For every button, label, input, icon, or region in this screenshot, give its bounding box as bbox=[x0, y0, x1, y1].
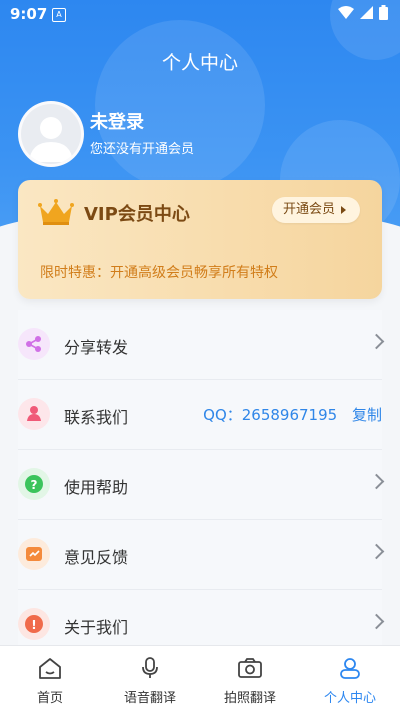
svg-text:!: ! bbox=[31, 618, 36, 632]
membership-status: 您还没有开通会员 bbox=[90, 142, 195, 157]
status-bar: 9:07 A bbox=[0, 0, 400, 28]
svg-text:?: ? bbox=[31, 478, 38, 492]
tab-home[interactable]: 首页 bbox=[0, 646, 100, 712]
tab-photo-translate[interactable]: 拍照翻译 bbox=[200, 646, 300, 712]
qq-contact: QQ：2658967195 复制 bbox=[203, 404, 382, 425]
person-icon bbox=[340, 658, 360, 679]
menu-item-label: 联系我们 bbox=[64, 408, 129, 427]
battery-icon bbox=[379, 5, 388, 20]
microphone-icon bbox=[142, 657, 158, 678]
vip-title: VIP会员中心 bbox=[84, 204, 190, 225]
feedback-icon bbox=[18, 538, 50, 570]
menu-item-label: 使用帮助 bbox=[64, 478, 129, 497]
status-indicators bbox=[338, 5, 388, 20]
home-icon bbox=[39, 658, 61, 679]
chevron-right-icon bbox=[368, 613, 385, 630]
menu-item-share[interactable]: 分享转发 bbox=[18, 310, 385, 380]
signal-icon bbox=[360, 6, 373, 19]
about-icon: ! bbox=[18, 608, 50, 640]
chevron-right-icon bbox=[368, 473, 385, 490]
triangle-right-icon bbox=[341, 205, 346, 214]
open-membership-button[interactable]: 开通会员 bbox=[271, 197, 360, 223]
menu-item-feedback[interactable]: 意见反馈 bbox=[18, 520, 385, 590]
chevron-right-icon bbox=[368, 543, 385, 560]
tab-label: 首页 bbox=[36, 691, 63, 706]
copy-button[interactable]: 复制 bbox=[352, 406, 382, 424]
tab-label: 拍照翻译 bbox=[223, 691, 276, 706]
avatar[interactable] bbox=[18, 101, 84, 167]
notification-icon: A bbox=[52, 8, 66, 22]
page-title: 个人中心 bbox=[161, 52, 238, 74]
tab-label: 语音翻译 bbox=[123, 691, 176, 706]
help-icon: ? bbox=[18, 468, 50, 500]
menu-item-contact[interactable]: 联系我们 QQ：2658967195 复制 bbox=[18, 380, 382, 450]
menu-item-label: 意见反馈 bbox=[64, 548, 129, 567]
username[interactable]: 未登录 bbox=[90, 108, 144, 134]
user-avatar-icon bbox=[29, 117, 73, 162]
vip-promo-text: 限时特惠：开通高级会员畅享所有特权 bbox=[40, 265, 278, 281]
bottom-tab-bar: 首页 语音翻译 拍照翻译 个人中心 bbox=[0, 645, 400, 712]
settings-menu: 分享转发 联系我们 QQ：2658967195 复制 ? 使用帮助 意见反馈 !… bbox=[0, 310, 400, 660]
menu-item-help[interactable]: ? 使用帮助 bbox=[18, 450, 385, 520]
contact-icon bbox=[18, 398, 50, 430]
tab-profile[interactable]: 个人中心 bbox=[300, 646, 400, 712]
share-icon bbox=[18, 328, 50, 360]
tab-label: 个人中心 bbox=[323, 691, 376, 706]
menu-item-label: 关于我们 bbox=[64, 618, 129, 637]
decor-bubble bbox=[95, 20, 265, 190]
crown-icon bbox=[38, 199, 74, 225]
menu-item-label: 分享转发 bbox=[64, 338, 129, 357]
vip-card[interactable]: VIP会员中心 开通会员 限时特惠：开通高级会员畅享所有特权 bbox=[18, 180, 382, 299]
camera-icon bbox=[238, 658, 262, 678]
tab-voice-translate[interactable]: 语音翻译 bbox=[100, 646, 200, 712]
qq-number: QQ：2658967195 bbox=[203, 406, 338, 424]
open-membership-label: 开通会员 bbox=[282, 202, 335, 217]
wifi-icon bbox=[338, 6, 354, 19]
chevron-right-icon bbox=[368, 333, 385, 350]
status-time: 9:07 bbox=[10, 5, 48, 23]
